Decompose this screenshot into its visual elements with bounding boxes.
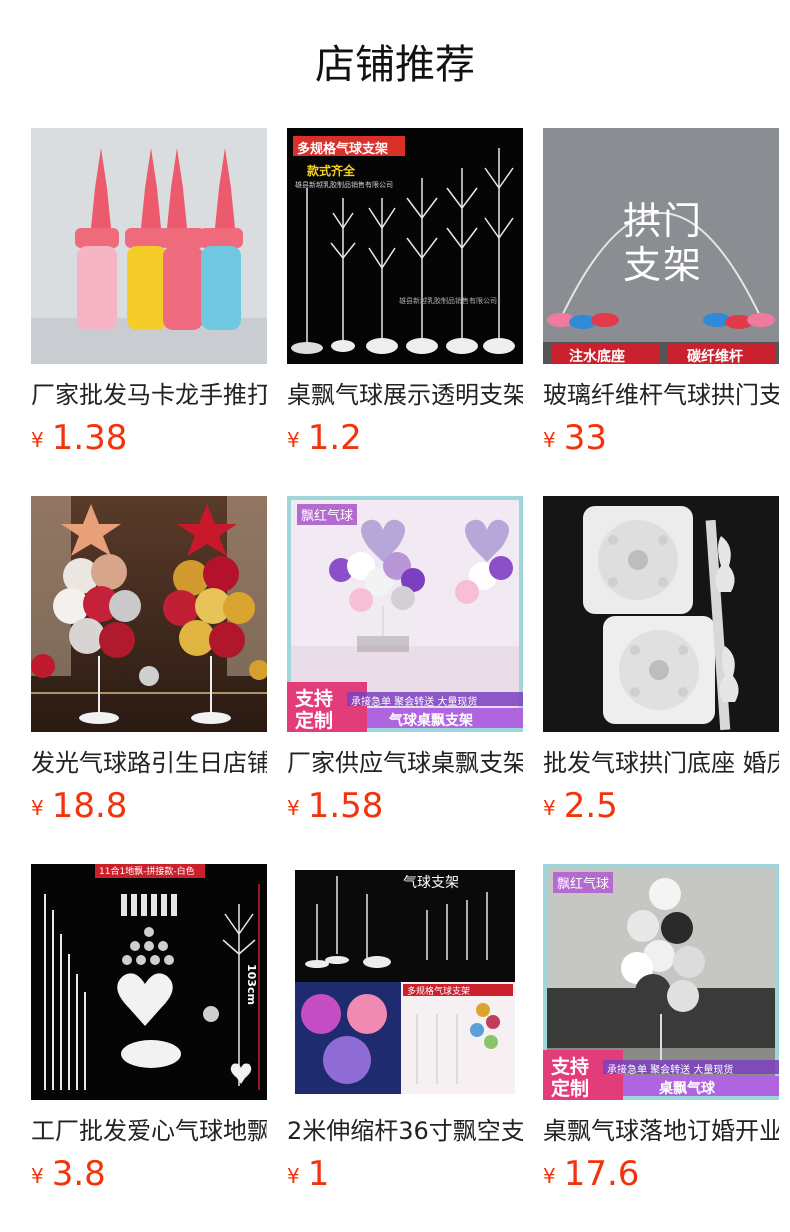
image-label-text: 气球支架: [403, 875, 459, 891]
image-strip-bottom: 气球桌飘支架: [389, 713, 473, 729]
image-subtitle-text: 款式齐全: [307, 164, 356, 178]
balloon-arch-photo[interactable]: 拱门 支架 注水底座 碳纤维杆: [543, 128, 779, 364]
image-strip-bottom: 桌飘气球: [659, 1081, 715, 1097]
product-name[interactable]: 玻璃纤维杆气球拱门支架: [543, 380, 779, 410]
product-card[interactable]: 气球支架 多规格气球支架 2米伸缩杆36寸飘空支架 ¥1: [287, 864, 523, 1200]
currency-symbol: ¥: [287, 796, 300, 820]
product-price: ¥33: [543, 418, 779, 464]
product-card[interactable]: 飘红气球 支持 定制 承接急单 聚会转送 大量现货 桌飘气球 桌飘气球落地订婚开…: [543, 864, 779, 1200]
image-right-tag: 碳纤维杆: [687, 349, 743, 364]
telescopic-stand-photo[interactable]: 气球支架 多规格气球支架: [287, 864, 523, 1100]
section-title: 店铺推荐: [315, 42, 475, 88]
currency-symbol: ¥: [287, 1164, 300, 1188]
image-banner-text: 多规格气球支架: [407, 987, 471, 997]
product-card[interactable]: 11合1地飘-拼接款-白色 103cm 工厂批发爱心气球地飘支架 ¥3.8: [31, 864, 267, 1200]
arch-base-photo[interactable]: [543, 496, 779, 732]
image-title-line2: 支架: [623, 243, 704, 287]
balloon-kit-diagram[interactable]: 11合1地飘-拼接款-白色 103cm: [31, 864, 267, 1100]
currency-symbol: ¥: [543, 428, 556, 452]
product-card[interactable]: 厂家批发马卡龙手推打气筒 ¥1.38: [31, 128, 267, 464]
price-amount: 17.6: [563, 1154, 640, 1194]
product-card[interactable]: 多规格气球支架 款式齐全 雄县新越乳胶制品销售有限公司 雄县新越乳胶制品销售有限…: [287, 128, 523, 464]
image-company-text: 雄县新越乳胶制品销售有限公司: [295, 181, 393, 189]
image-header-text: 11合1地飘-拼接款-白色: [99, 867, 195, 877]
product-card[interactable]: 发光气球路引生日店铺装饰 ¥18.8: [31, 496, 267, 832]
image-banner-text: 多规格气球支架: [297, 142, 389, 157]
image-badge-line2: 定制: [295, 710, 334, 732]
price-amount: 1.58: [307, 786, 384, 826]
image-badge-line2: 定制: [551, 1078, 590, 1100]
product-price: ¥1.58: [287, 786, 523, 832]
image-strip-top: 承接急单 聚会转送 大量现货: [351, 697, 478, 708]
currency-symbol: ¥: [543, 796, 556, 820]
product-price: ¥1.38: [31, 418, 267, 464]
product-price: ¥3.8: [31, 1154, 267, 1200]
led-balloon-photo[interactable]: [31, 496, 267, 732]
product-name[interactable]: 批发气球拱门底座 婚庆装饰: [543, 748, 779, 778]
product-price: ¥17.6: [543, 1154, 779, 1200]
product-card[interactable]: 飘红气球 支持 定制 承接急单 聚会转送 大量现货 气球桌飘支架 厂家供应气球桌…: [287, 496, 523, 832]
currency-symbol: ¥: [31, 428, 44, 452]
price-amount: 18.8: [51, 786, 128, 826]
product-card[interactable]: 批发气球拱门底座 婚庆装饰 ¥2.5: [543, 496, 779, 832]
table-balloon-photo[interactable]: 飘红气球 支持 定制 承接急单 聚会转送 大量现货 气球桌飘支架: [287, 496, 523, 732]
currency-symbol: ¥: [287, 428, 300, 452]
price-amount: 1: [307, 1154, 330, 1194]
currency-symbol: ¥: [31, 796, 44, 820]
product-price: ¥1: [287, 1154, 523, 1200]
image-watermark-text: 雄县新越乳胶制品销售有限公司: [399, 297, 497, 305]
currency-symbol: ¥: [543, 1164, 556, 1188]
image-corner-tag: 飘红气球: [553, 872, 614, 893]
product-name[interactable]: 桌飘气球落地订婚开业装饰: [543, 1116, 779, 1146]
image-strip-top: 承接急单 聚会转送 大量现货: [607, 1065, 734, 1076]
product-name[interactable]: 厂家供应气球桌飘支架: [287, 748, 523, 778]
product-name[interactable]: 2米伸缩杆36寸飘空支架: [287, 1116, 523, 1146]
image-corner-tag: 飘红气球: [297, 504, 358, 525]
price-amount: 2.5: [563, 786, 618, 826]
balloon-stand-photo[interactable]: 多规格气球支架 款式齐全 雄县新越乳胶制品销售有限公司 雄县新越乳胶制品销售有限…: [287, 128, 523, 364]
price-amount: 33: [563, 418, 607, 458]
product-name[interactable]: 发光气球路引生日店铺装饰: [31, 748, 267, 778]
image-height-text: 103cm: [245, 964, 258, 1005]
price-amount: 1.2: [307, 418, 362, 458]
product-card[interactable]: 拱门 支架 注水底座 碳纤维杆 玻璃纤维杆气球拱门支架 ¥33: [543, 128, 779, 464]
product-name[interactable]: 桌飘气球展示透明支架: [287, 380, 523, 410]
currency-symbol: ¥: [31, 1164, 44, 1188]
product-price: ¥1.2: [287, 418, 523, 464]
price-amount: 1.38: [51, 418, 128, 458]
balloon-pump-photo[interactable]: [31, 128, 267, 364]
price-amount: 3.8: [51, 1154, 106, 1194]
image-left-tag: 注水底座: [569, 349, 625, 364]
product-price: ¥18.8: [31, 786, 267, 832]
product-name[interactable]: 厂家批发马卡龙手推打气筒: [31, 380, 267, 410]
product-price: ¥2.5: [543, 786, 779, 832]
floor-balloon-photo[interactable]: 飘红气球 支持 定制 承接急单 聚会转送 大量现货 桌飘气球: [543, 864, 779, 1100]
product-name[interactable]: 工厂批发爱心气球地飘支架: [31, 1116, 267, 1146]
